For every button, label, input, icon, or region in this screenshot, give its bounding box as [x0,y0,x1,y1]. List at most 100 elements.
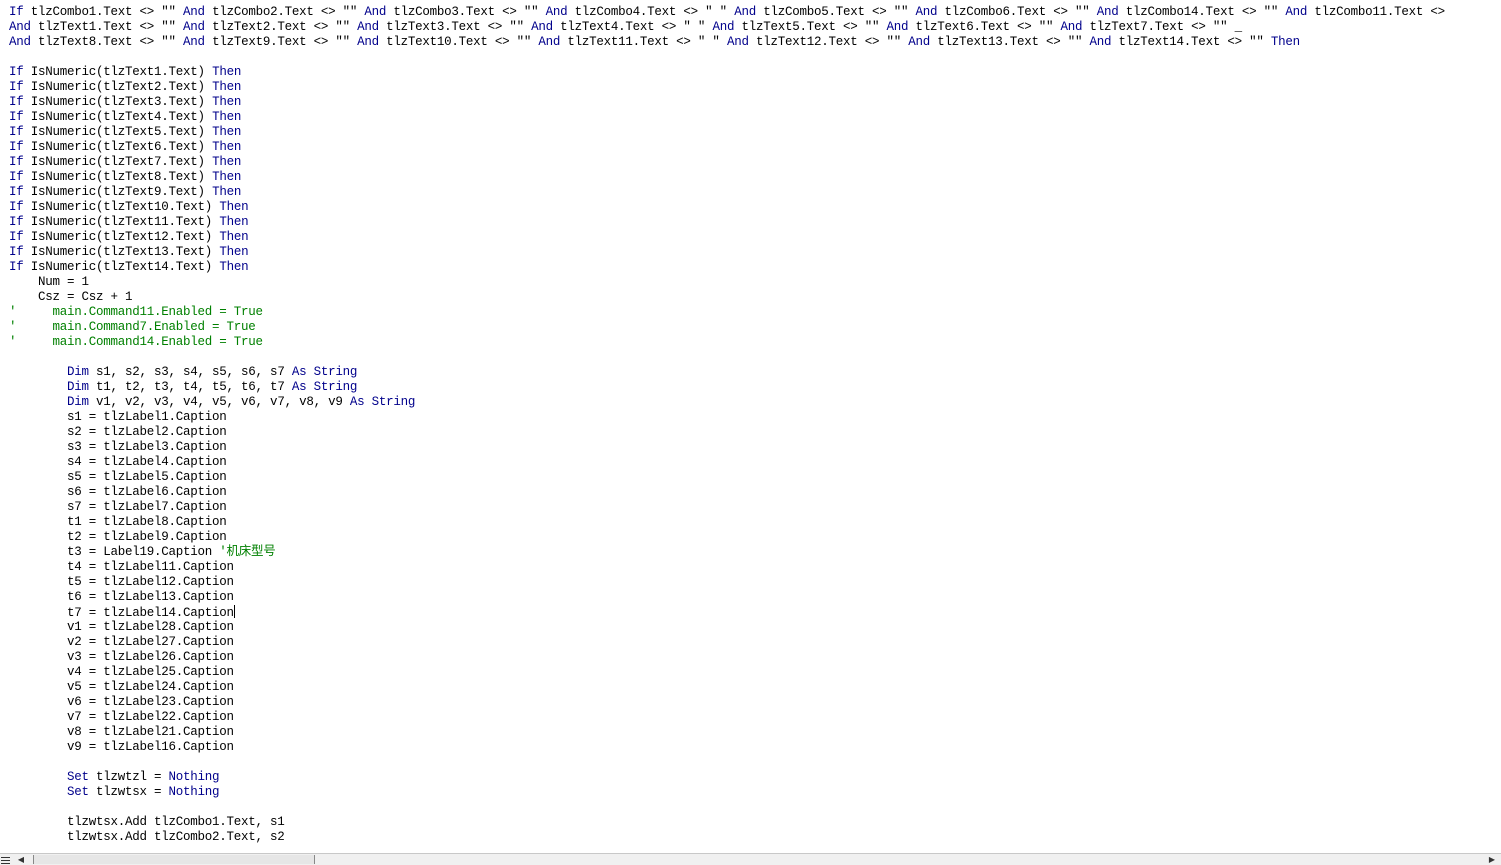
code-line[interactable]: v9 = tlzLabel16.Caption [9,740,1501,755]
code-token: v2 = tlzLabel27.Caption [9,635,234,649]
code-line[interactable]: If IsNumeric(tlzText14.Text) Then [9,260,1501,275]
keyword-token: Then [219,215,249,229]
keyword-token: And [9,20,31,34]
code-line[interactable]: v6 = tlzLabel23.Caption [9,695,1501,710]
code-line[interactable]: s2 = tlzLabel2.Caption [9,425,1501,440]
keyword-token: And [734,5,756,19]
code-line[interactable]: t1 = tlzLabel8.Caption [9,515,1501,530]
code-line[interactable]: s6 = tlzLabel6.Caption [9,485,1501,500]
code-token: v1, v2, v3, v4, v5, v6, v7, v8, v9 [88,395,350,409]
code-line[interactable]: If IsNumeric(tlzText10.Text) Then [9,200,1501,215]
code-token: IsNumeric(tlzText4.Text) [23,110,213,124]
code-lines[interactable]: If tlzCombo1.Text <> "" And tlzCombo2.Te… [0,0,1501,845]
code-line[interactable]: v5 = tlzLabel24.Caption [9,680,1501,695]
keyword-token: Then [219,230,249,244]
keyword-token: Then [219,245,249,259]
code-line[interactable]: t7 = tlzLabel14.Caption [9,605,1501,620]
keyword-token: If [9,140,24,154]
code-line[interactable]: t4 = tlzLabel11.Caption [9,560,1501,575]
code-line[interactable]: If IsNumeric(tlzText13.Text) Then [9,245,1501,260]
code-line[interactable]: s5 = tlzLabel5.Caption [9,470,1501,485]
code-token: tlzText14.Text <> "" [1111,35,1271,49]
code-line[interactable]: And tlzText1.Text <> "" And tlzText2.Tex… [9,20,1501,35]
code-line[interactable]: If IsNumeric(tlzText2.Text) Then [9,80,1501,95]
code-line[interactable] [9,755,1501,770]
code-line[interactable]: Csz = Csz + 1 [9,290,1501,305]
code-line[interactable]: s7 = tlzLabel7.Caption [9,500,1501,515]
code-line[interactable]: v3 = tlzLabel26.Caption [9,650,1501,665]
code-line[interactable]: If IsNumeric(tlzText6.Text) Then [9,140,1501,155]
code-token: IsNumeric(tlzText12.Text) [23,230,220,244]
keyword-token: And [1096,5,1119,19]
keyword-token: And [538,35,561,49]
code-line[interactable]: s4 = tlzLabel4.Caption [9,455,1501,470]
code-token: v7 = tlzLabel22.Caption [9,710,234,724]
code-line[interactable]: Num = 1 [9,275,1501,290]
code-line[interactable]: If IsNumeric(tlzText11.Text) Then [9,215,1501,230]
code-line[interactable]: ' main.Command7.Enabled = True [9,320,1501,335]
code-line[interactable]: t6 = tlzLabel13.Caption [9,590,1501,605]
code-line[interactable] [9,350,1501,365]
code-line[interactable]: t2 = tlzLabel9.Caption [9,530,1501,545]
code-line[interactable]: If IsNumeric(tlzText1.Text) Then [9,65,1501,80]
code-line[interactable]: t3 = Label19.Caption '机床型号 [9,545,1501,560]
code-line[interactable]: s1 = tlzLabel1.Caption [9,410,1501,425]
code-token: tlzwtsx.Add tlzCombo1.Text, s1 [9,815,285,829]
code-line[interactable]: Set tlzwtsx = Nothing [9,785,1501,800]
code-token: s4 = tlzLabel4.Caption [9,455,227,469]
keyword-token: And [183,35,205,49]
code-line[interactable]: v1 = tlzLabel28.Caption [9,620,1501,635]
scroll-right-arrow-icon[interactable]: ▶ [1487,854,1497,865]
keyword-token: If [9,245,24,259]
code-line[interactable]: If IsNumeric(tlzText4.Text) Then [9,110,1501,125]
code-line[interactable]: If IsNumeric(tlzText8.Text) Then [9,170,1501,185]
code-line[interactable]: Set tlzwtzl = Nothing [9,770,1501,785]
code-token: tlzText4.Text <> " " [552,20,713,34]
code-token: tlzCombo6.Text <> "" [937,5,1097,19]
code-line[interactable]: If IsNumeric(tlzText7.Text) Then [9,155,1501,170]
code-editor[interactable]: If tlzCombo1.Text <> "" And tlzCombo2.Te… [0,0,1501,853]
horizontal-scrollbar-thumb[interactable] [33,855,315,864]
code-line[interactable]: s3 = tlzLabel3.Caption [9,440,1501,455]
code-line[interactable]: Dim t1, t2, t3, t4, t5, t6, t7 As String [9,380,1501,395]
keyword-token: If [9,110,24,124]
code-line[interactable]: v8 = tlzLabel21.Caption [9,725,1501,740]
code-line[interactable]: If IsNumeric(tlzText3.Text) Then [9,95,1501,110]
code-line[interactable]: And tlzText8.Text <> "" And tlzText9.Tex… [9,35,1501,50]
code-line[interactable]: If IsNumeric(tlzText12.Text) Then [9,230,1501,245]
code-line[interactable]: v4 = tlzLabel25.Caption [9,665,1501,680]
code-line[interactable]: If IsNumeric(tlzText5.Text) Then [9,125,1501,140]
code-line[interactable]: If tlzCombo1.Text <> "" And tlzCombo2.Te… [9,5,1501,20]
code-line[interactable]: tlzwtsx.Add tlzCombo1.Text, s1 [9,815,1501,830]
keyword-token: And [712,20,735,34]
code-line[interactable]: ' main.Command11.Enabled = True [9,305,1501,320]
code-line[interactable]: t5 = tlzLabel12.Caption [9,575,1501,590]
code-token: t2 = tlzLabel9.Caption [9,530,227,544]
keyword-token: Dim [67,380,89,394]
code-token: s3 = tlzLabel3.Caption [9,440,227,454]
code-line[interactable]: v2 = tlzLabel27.Caption [9,635,1501,650]
code-line[interactable]: Dim s1, s2, s3, s4, s5, s6, s7 As String [9,365,1501,380]
keyword-token: And [886,20,909,34]
code-line[interactable] [9,50,1501,65]
keyword-token: And [531,20,553,34]
keyword-token: Then [219,260,249,274]
code-line[interactable] [9,800,1501,815]
code-token: tlzwtsx = [88,785,169,799]
code-line[interactable]: Dim v1, v2, v3, v4, v5, v6, v7, v8, v9 A… [9,395,1501,410]
code-token: t1, t2, t3, t4, t5, t6, t7 [88,380,292,394]
full-module-view-icon[interactable] [1,855,10,864]
code-token: tlzText11.Text <> " " [560,35,727,49]
keyword-token: Then [212,170,242,184]
code-line[interactable]: v7 = tlzLabel22.Caption [9,710,1501,725]
scroll-left-arrow-icon[interactable]: ◀ [16,854,26,865]
code-line[interactable]: If IsNumeric(tlzText9.Text) Then [9,185,1501,200]
code-token: s2 = tlzLabel2.Caption [9,425,227,439]
keyword-token: If [9,80,24,94]
keyword-token: Then [212,125,242,139]
code-token: s5 = tlzLabel5.Caption [9,470,227,484]
code-line[interactable]: ' main.Command14.Enabled = True [9,335,1501,350]
keyword-token: Then [212,80,242,94]
code-line[interactable]: tlzwtsx.Add tlzCombo2.Text, s2 [9,830,1501,845]
